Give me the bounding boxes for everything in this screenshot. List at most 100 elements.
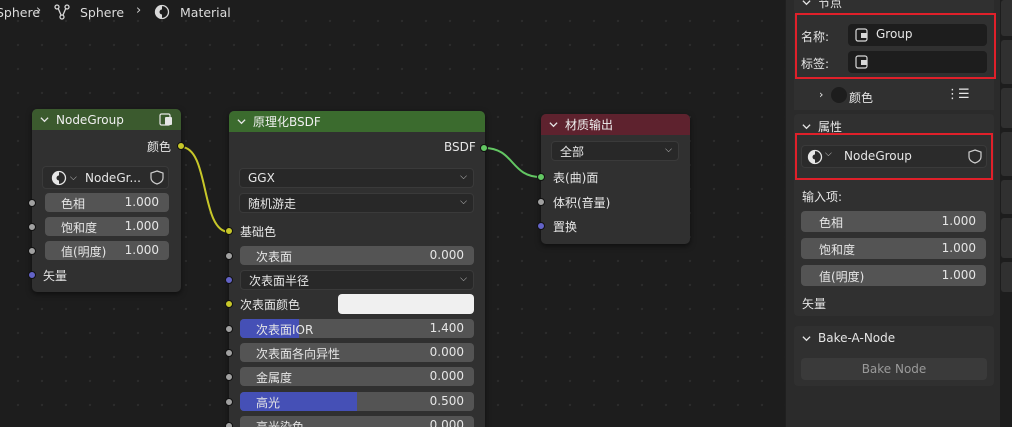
bsdf-subsurface-ior-label: 次表面IOR <box>256 323 314 337</box>
principled-bsdf-node[interactable]: 原理化BSDF BSDF GGX ⌵ 随机游走 ⌵ 基础色 次表面 0.000 … <box>225 111 488 427</box>
nodegroup-datablock-name[interactable]: NodeGr... <box>85 171 141 185</box>
node-panel-header[interactable]: 节点 <box>794 0 994 14</box>
use-color-checkbox[interactable] <box>831 87 847 103</box>
chevron-down-icon[interactable] <box>802 122 811 131</box>
output-volume-socket[interactable] <box>537 198 545 206</box>
dropdown-chevron-icon: ⌵ <box>665 145 672 155</box>
tab-node[interactable] <box>1001 0 1012 36</box>
nodegroup-input-value-2: 1.000 <box>124 243 159 257</box>
sidebar-input-value-1: 1.000 <box>941 241 976 255</box>
bake-panel: Bake-A-Node Bake Node <box>794 326 994 386</box>
chevron-down-icon[interactable] <box>237 117 246 126</box>
chevron-down-icon[interactable] <box>549 120 558 129</box>
nodegroup-input-label-1: 饱和度 <box>61 221 98 235</box>
inputs-label: 输入项: <box>802 190 843 204</box>
tab-addon[interactable] <box>1001 218 1012 258</box>
bsdf-subsurface-color-swatch[interactable] <box>338 294 474 314</box>
bsdf-subsurface-aniso-value: 0.000 <box>429 345 464 359</box>
output-target-dropdown[interactable]: 全部 ⌵ <box>551 141 679 161</box>
bsdf-subsurface-field[interactable]: 次表面 0.000 <box>240 246 474 265</box>
output-surface-label: 表(曲)面 <box>553 171 599 185</box>
bsdf-subsurface-method-value: 随机游走 <box>248 196 297 211</box>
sidebar-input-field-2[interactable]: 值(明度) 1.000 <box>801 265 986 286</box>
node-group-icon[interactable] <box>159 113 173 126</box>
bsdf-distribution-dropdown[interactable]: GGX ⌵ <box>239 168 474 188</box>
list-drag-icon[interactable]: ⋮☰ <box>946 87 970 102</box>
dropdown-chevron-icon: ⌵ <box>460 197 467 207</box>
output-displacement-socket[interactable] <box>537 222 545 230</box>
bsdf-subsurface-aniso-field[interactable]: 次表面各向异性 0.000 <box>240 343 474 362</box>
bsdf-output-label: BSDF <box>444 140 476 154</box>
properties-panel-title: 属性 <box>818 119 843 134</box>
bake-panel-header[interactable]: Bake-A-Node <box>794 326 994 350</box>
nodegroup-vector-label: 矢量 <box>43 269 68 283</box>
tab-tool[interactable] <box>1001 40 1012 84</box>
highlight-node-fields <box>795 13 996 79</box>
chevron-down-icon[interactable] <box>802 0 811 7</box>
bsdf-subsurface-radius-socket[interactable] <box>225 276 233 284</box>
bsdf-subsurface-ior-socket[interactable] <box>225 325 233 333</box>
bsdf-metallic-value: 0.000 <box>429 369 464 383</box>
chevron-down-icon[interactable] <box>40 115 49 124</box>
nodegroup-datablock-selector[interactable]: ⌵ NodeGr... <box>42 166 169 189</box>
bsdf-subsurface-method-dropdown[interactable]: 随机游走 ⌵ <box>239 193 474 213</box>
nodegroup-input-socket-2[interactable] <box>28 247 36 255</box>
nodegroup-input-field-0[interactable]: 色相 1.000 <box>45 193 169 212</box>
bsdf-metallic-field[interactable]: 金属度 0.000 <box>240 367 474 386</box>
sidebar-input-field-1[interactable]: 饱和度 1.000 <box>801 238 986 259</box>
chevron-down-icon[interactable] <box>802 334 811 343</box>
fake-user-shield-icon[interactable] <box>150 170 164 185</box>
bsdf-specular-tint-field[interactable]: 高光染色 0.000 <box>240 416 474 427</box>
sidebar-tabs <box>1000 0 1012 427</box>
bsdf-subsurface-color-socket[interactable] <box>225 300 233 308</box>
bsdf-subsurface-aniso-socket[interactable] <box>225 349 233 357</box>
bake-node-button[interactable]: Bake Node <box>801 358 987 380</box>
output-volume-label: 体积(音量) <box>553 196 611 210</box>
nodegroup-node[interactable]: NodeGroup 颜色 ⌵ NodeGr... 色相 1.000 饱和度 1.… <box>28 109 185 292</box>
nodegroup-input-value-0: 1.000 <box>124 195 159 209</box>
dropdown-chevron-icon: ⌵ <box>460 172 467 182</box>
bsdf-subsurface-radius-dropdown[interactable]: 次表面半径 ⌵ <box>240 270 474 290</box>
bsdf-subsurface-socket[interactable] <box>225 252 233 260</box>
nodegroup-input-field-1[interactable]: 饱和度 1.000 <box>45 217 169 236</box>
nodegroup-vector-socket[interactable] <box>28 271 36 279</box>
bsdf-specular-slider[interactable]: 高光 0.500 <box>240 392 474 411</box>
color-subpanel-chevron-icon[interactable]: › <box>819 88 823 101</box>
tab-view[interactable] <box>1001 88 1012 128</box>
dropdown-chevron-icon: ⌵ <box>460 274 467 284</box>
output-node-header[interactable]: 材质输出 <box>541 114 690 135</box>
tab-nwrangler[interactable] <box>1001 262 1012 292</box>
bake-panel-title: Bake-A-Node <box>818 331 896 345</box>
output-surface-socket[interactable] <box>537 173 545 181</box>
sidebar-input-label-2: 值(明度) <box>819 270 865 284</box>
vector-label: 矢量 <box>802 297 827 311</box>
tab-options[interactable] <box>1001 132 1012 176</box>
bsdf-base-color-label: 基础色 <box>240 225 277 239</box>
sidebar-input-label-1: 饱和度 <box>819 243 856 257</box>
sidebar-input-value-2: 1.000 <box>941 268 976 282</box>
nodegroup-input-field-2[interactable]: 值(明度) 1.000 <box>45 241 169 260</box>
nodegroup-output-color-label: 颜色 <box>147 140 172 154</box>
sidebar-input-field-0[interactable]: 色相 1.000 <box>801 211 986 232</box>
nodegroup-input-socket-0[interactable] <box>28 199 36 207</box>
material-output-node[interactable]: 材质输出 全部 ⌵ 表(曲)面 体积(音量) 置换 <box>537 114 690 244</box>
bsdf-subsurface-ior-slider[interactable]: 次表面IOR 1.400 <box>240 319 474 338</box>
nodegroup-input-socket-1[interactable] <box>28 223 36 231</box>
tab-group[interactable] <box>1001 180 1012 214</box>
bsdf-specular-tint-label: 高光染色 <box>256 420 305 427</box>
bsdf-specular-socket[interactable] <box>225 398 233 406</box>
bsdf-node-header[interactable]: 原理化BSDF <box>229 111 485 132</box>
nodegroup-node-header[interactable]: NodeGroup <box>32 109 181 130</box>
node-editor-canvas[interactable]: Sphere › Sphere › Material NodeGroup 颜色 … <box>0 0 785 427</box>
sidebar-input-label-0: 色相 <box>819 216 844 230</box>
dropdown-chevron-icon: ⌵ <box>70 172 77 183</box>
output-node-title: 材质输出 <box>565 118 614 132</box>
bsdf-metallic-socket[interactable] <box>225 373 233 381</box>
bsdf-output-socket[interactable] <box>480 144 488 152</box>
bsdf-specular-tint-socket[interactable] <box>225 422 233 427</box>
bsdf-base-color-socket[interactable] <box>225 227 233 235</box>
nodegroup-input-value-1: 1.000 <box>124 219 159 233</box>
nodegroup-output-color-socket[interactable] <box>177 142 185 150</box>
bsdf-specular-label: 高光 <box>256 396 281 410</box>
highlight-properties-group <box>795 133 993 180</box>
